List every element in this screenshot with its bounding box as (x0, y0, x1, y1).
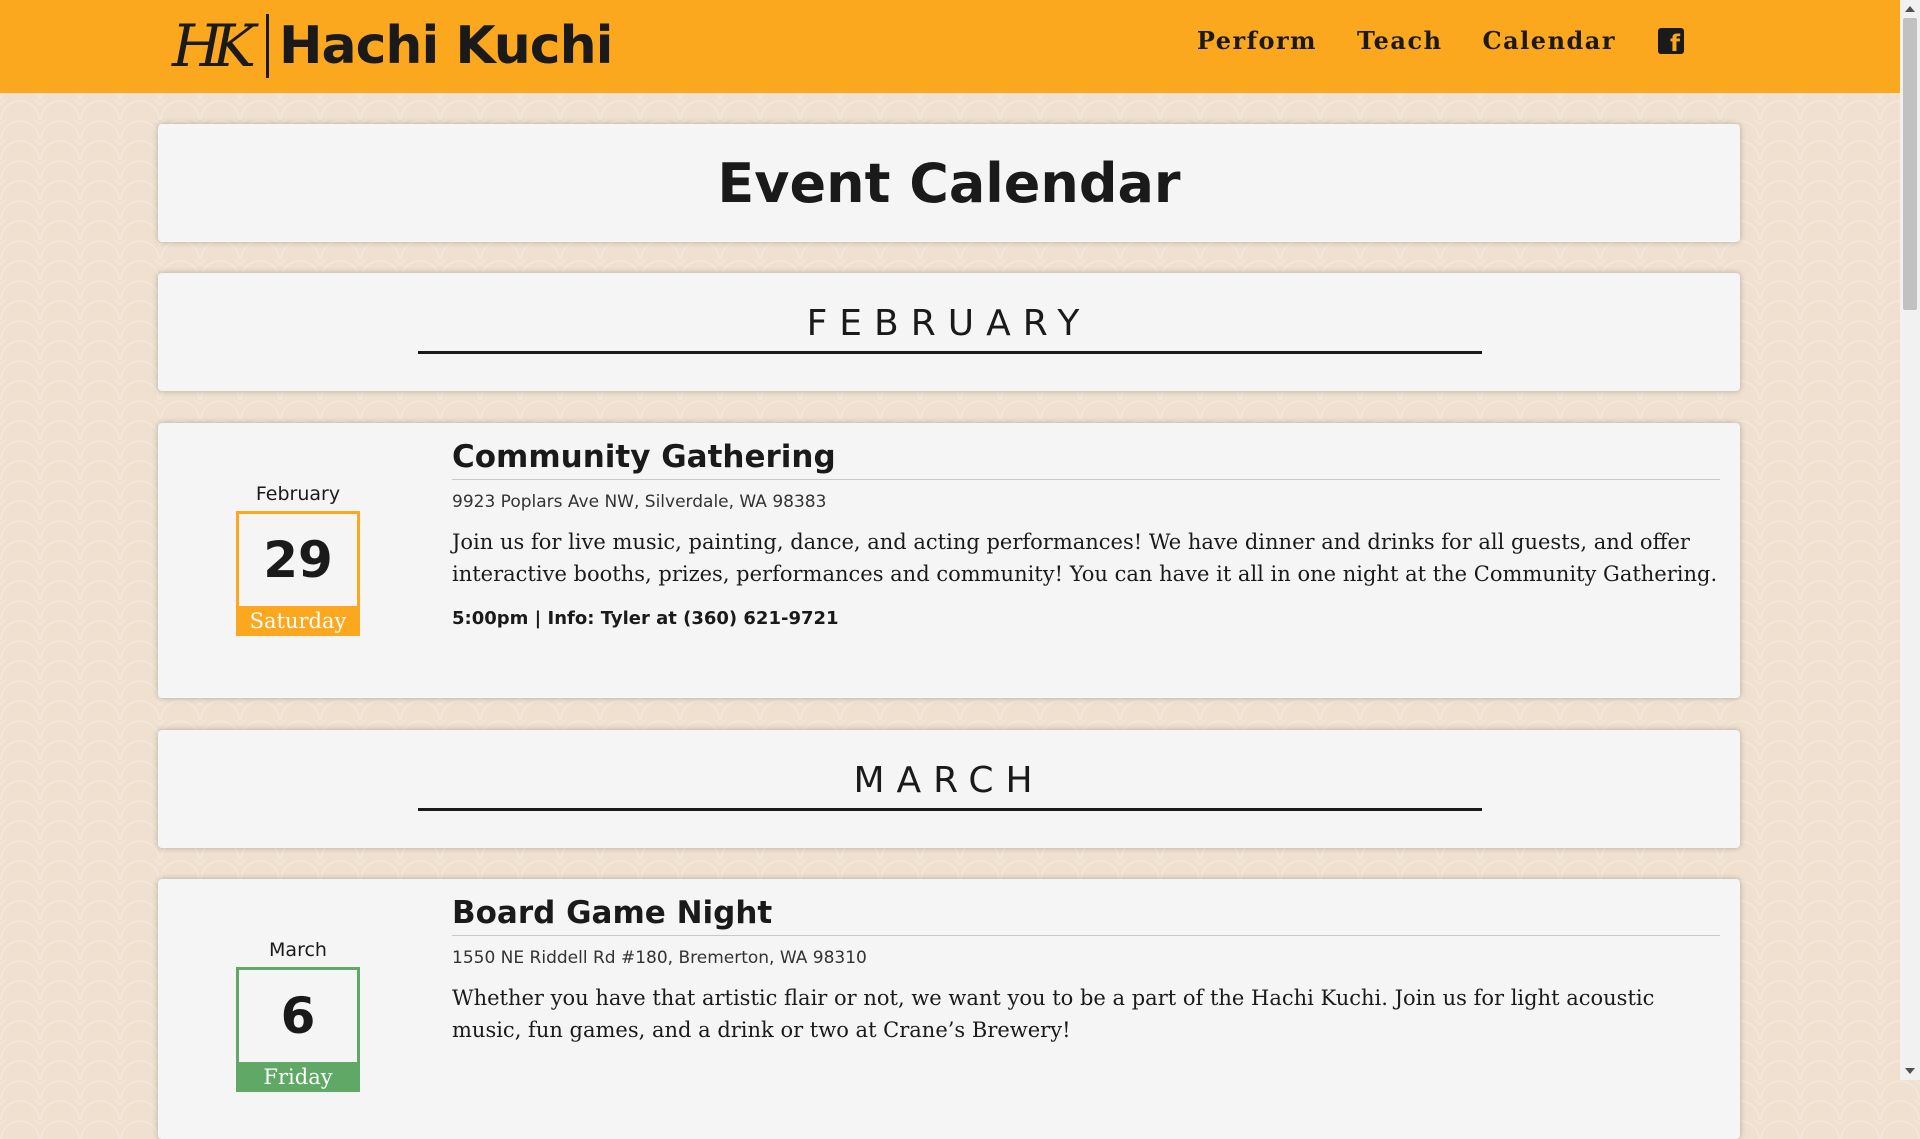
event-details: Community Gathering 9923 Poplars Ave NW,… (452, 439, 1720, 629)
event-title: Board Game Night (452, 895, 1720, 936)
logo-text: Hachi Kuchi (279, 16, 613, 76)
event-card: March 6 Friday Board Game Night 1550 NE … (158, 879, 1740, 1139)
event-info: 5:00pm | Info: Tyler at (360) 621-9721 (452, 608, 839, 629)
scroll-down-icon[interactable] (1905, 1068, 1915, 1074)
event-description: Whether you have that artistic flair or … (452, 986, 1655, 1042)
nav-teach[interactable]: Teach (1357, 26, 1443, 55)
event-address: 1550 NE Riddell Rd #180, Bremerton, WA 9… (452, 948, 867, 968)
event-title: Community Gathering (452, 439, 1720, 480)
site-logo[interactable]: HK Hachi Kuchi (172, 12, 613, 80)
month-header-march: MARCH (158, 730, 1740, 848)
event-date: February 29 Saturday (236, 483, 360, 636)
event-date-number: 29 (236, 511, 360, 606)
event-details: Board Game Night 1550 NE Riddell Rd #180… (452, 895, 1720, 1046)
logo-divider (266, 14, 269, 78)
page-title: Event Calendar (717, 152, 1181, 215)
scroll-up-icon[interactable] (1905, 6, 1915, 12)
event-date-number: 6 (236, 967, 360, 1062)
month-divider (418, 808, 1482, 811)
facebook-icon[interactable]: f (1658, 27, 1684, 55)
month-divider (418, 351, 1482, 354)
month-title: MARCH (853, 760, 1045, 801)
event-description: Join us for live music, painting, dance,… (452, 530, 1718, 586)
scrollbar-thumb[interactable] (1903, 18, 1917, 310)
main-nav: Perform Teach Calendar f (1197, 26, 1684, 55)
scrollbar[interactable] (1900, 0, 1920, 1080)
nav-calendar[interactable]: Calendar (1483, 26, 1616, 55)
event-date-month: March (269, 939, 327, 961)
event-card: February 29 Saturday Community Gathering… (158, 423, 1740, 698)
logo-mark: HK (172, 12, 256, 80)
page-title-card: Event Calendar (158, 124, 1740, 242)
site-header: HK Hachi Kuchi Perform Teach Calendar f (0, 0, 1900, 93)
event-address: 9923 Poplars Ave NW, Silverdale, WA 9838… (452, 492, 827, 512)
event-date-weekday: Saturday (236, 606, 360, 636)
month-title: FEBRUARY (806, 303, 1092, 344)
month-header-february: FEBRUARY (158, 273, 1740, 391)
event-date-month: February (255, 483, 341, 505)
event-date: March 6 Friday (236, 939, 360, 1092)
nav-perform[interactable]: Perform (1197, 26, 1317, 55)
event-date-weekday: Friday (236, 1062, 360, 1092)
